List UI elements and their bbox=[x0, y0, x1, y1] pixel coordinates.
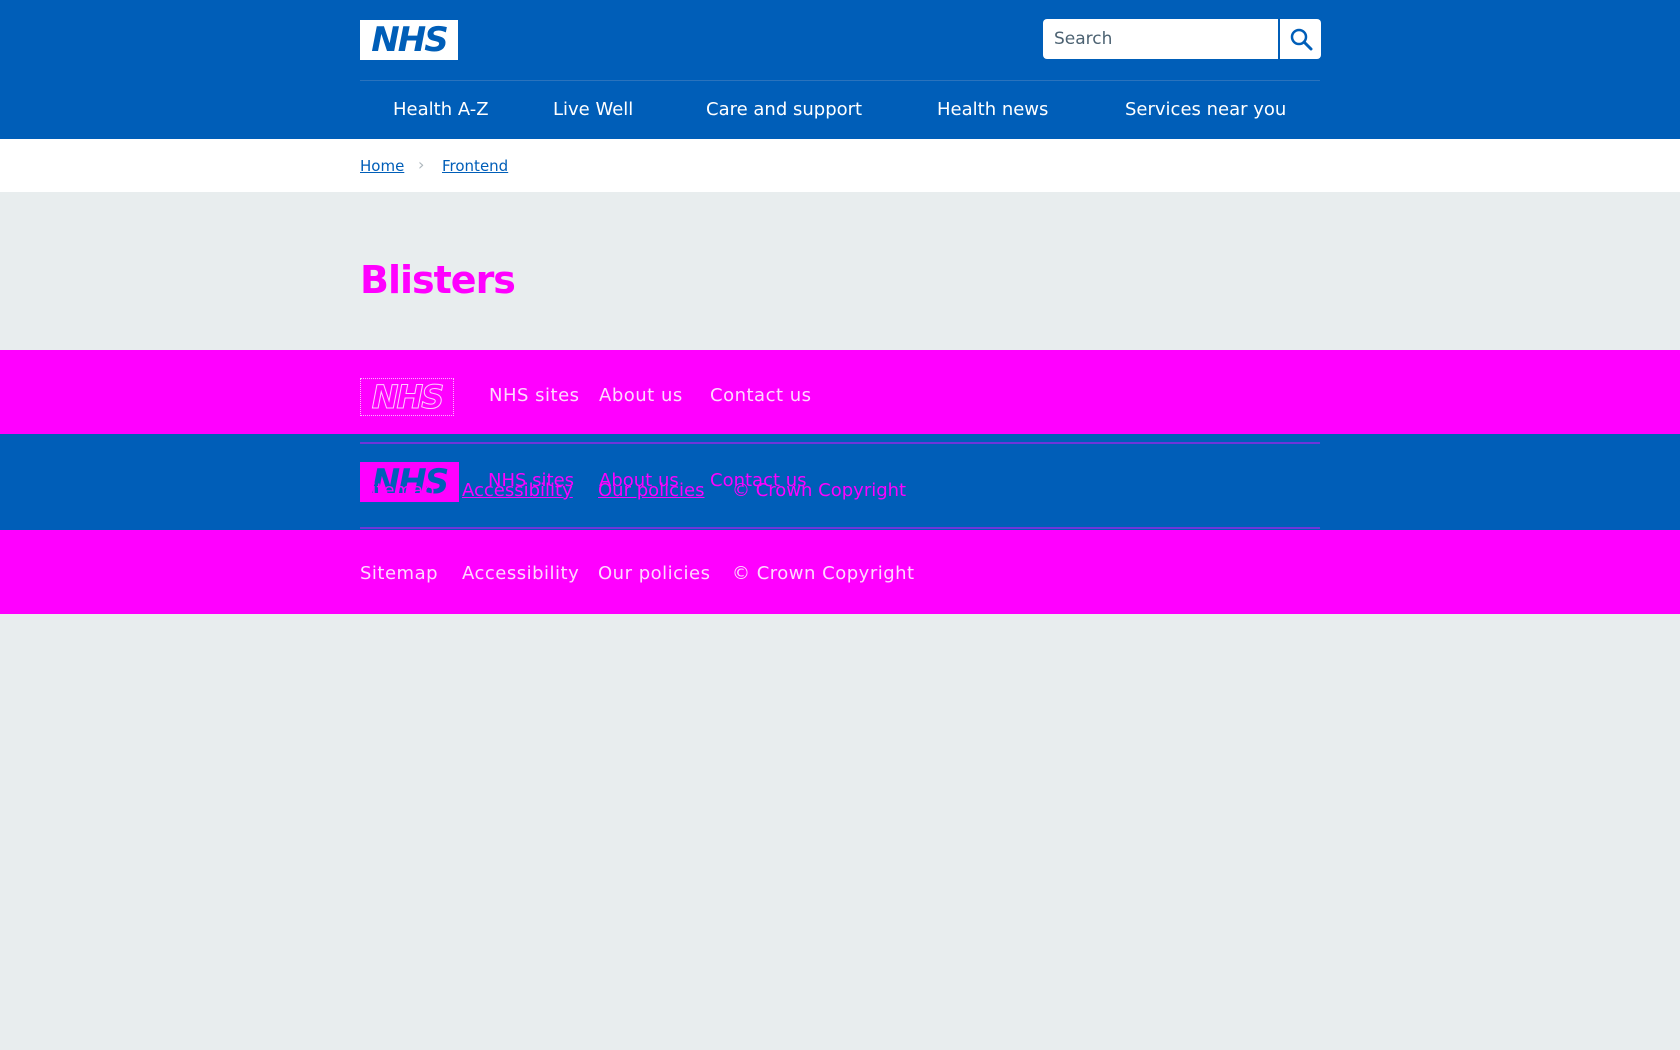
page-title: Blisters bbox=[360, 258, 516, 302]
nhs-logo-text: NHS bbox=[371, 20, 448, 60]
footer-ghost-sitemap: Sitemap bbox=[360, 563, 439, 584]
breadcrumb: Home › Frontend bbox=[0, 139, 1680, 192]
nav-item-health-a-z[interactable]: Health A-Z bbox=[393, 99, 489, 120]
footer-copyright: © Crown Copyright bbox=[732, 480, 907, 501]
nhs-logo-ghost-text: NHS bbox=[371, 378, 445, 417]
footer-ghost-link-contact-us: Contact us bbox=[710, 385, 812, 406]
footer-link-accessibility[interactable]: Accessibility bbox=[462, 480, 573, 501]
breadcrumb-frontend-link[interactable]: Frontend bbox=[442, 157, 508, 175]
footer-divider-top bbox=[360, 442, 1320, 444]
footer-link-sitemap[interactable]: Sitemap bbox=[360, 480, 435, 501]
footer-divider-bottom bbox=[360, 527, 1320, 529]
chevron-right-icon: › bbox=[418, 155, 425, 174]
footer-ghost-link-nhs-sites: NHS sites bbox=[489, 385, 580, 406]
breadcrumb-home-link[interactable]: Home bbox=[360, 157, 404, 175]
search-button[interactable] bbox=[1280, 19, 1321, 59]
footer-ghost-band-top bbox=[0, 350, 1680, 434]
footer-link-our-policies[interactable]: Our policies bbox=[598, 480, 705, 501]
footer-ghost-accessibility: Accessibility bbox=[462, 563, 580, 584]
nav-item-live-well[interactable]: Live Well bbox=[553, 99, 633, 120]
search-icon bbox=[1290, 28, 1312, 51]
nav-item-care-and-support[interactable]: Care and support bbox=[706, 99, 862, 120]
site-header: NHS Health A-Z Live Well Care and suppor… bbox=[0, 0, 1680, 139]
footer-ghost-copyright: © Crown Copyright bbox=[732, 563, 915, 584]
nhs-logo-ghost: NHS bbox=[360, 378, 454, 417]
footer-ghost-our-policies: Our policies bbox=[598, 563, 711, 584]
primary-nav: Health A-Z Live Well Care and support He… bbox=[360, 81, 1320, 139]
footer-ghost-link-about-us: About us bbox=[599, 385, 683, 406]
nav-item-services-near-you[interactable]: Services near you bbox=[1125, 99, 1286, 120]
search-input[interactable] bbox=[1043, 19, 1278, 59]
nav-item-health-news[interactable]: Health news bbox=[937, 99, 1048, 120]
nhs-logo[interactable]: NHS bbox=[360, 20, 458, 60]
search-form bbox=[1043, 19, 1321, 59]
